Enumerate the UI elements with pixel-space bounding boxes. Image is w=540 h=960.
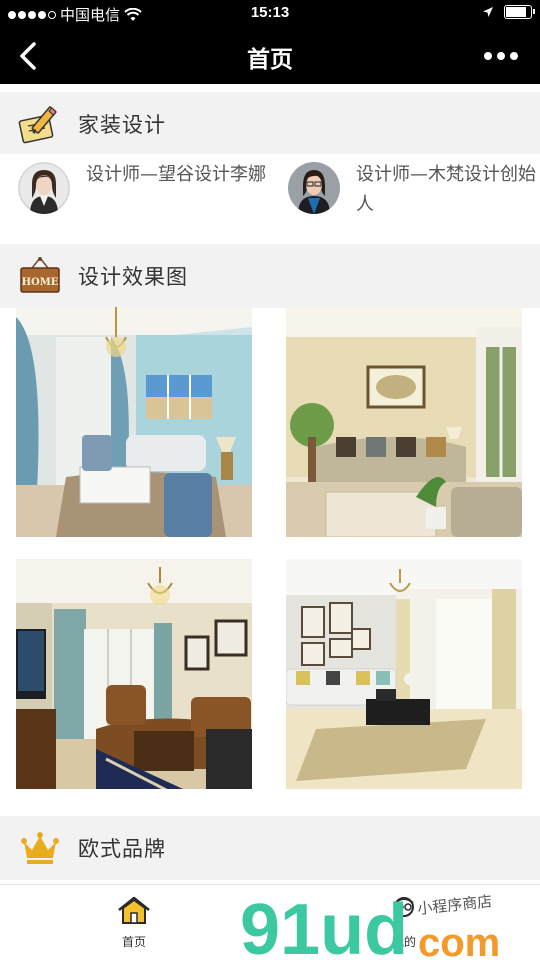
profile-icon bbox=[394, 897, 414, 917]
dot-icon bbox=[510, 52, 518, 60]
more-options-button[interactable] bbox=[484, 45, 522, 67]
tab-bar: 首页 我的 bbox=[0, 884, 540, 960]
rendering-image-classic-living-room[interactable] bbox=[16, 559, 252, 789]
rendering-image-beige-living-room[interactable] bbox=[286, 307, 522, 537]
page-title: 首页 bbox=[247, 47, 293, 73]
dot-icon bbox=[497, 52, 505, 60]
section-european-brand[interactable]: 欧式品牌 bbox=[0, 816, 540, 880]
section-title: 设计效果图 bbox=[78, 265, 188, 289]
location-icon bbox=[483, 7, 493, 17]
designer-list: 设计师—望谷设计李娜 设计师—木梵设计创始人 bbox=[0, 154, 540, 240]
avatar bbox=[288, 162, 340, 214]
tab-label: 我的 bbox=[391, 935, 416, 949]
section-home-design[interactable]: 家装设计 bbox=[0, 92, 540, 156]
svg-text:HOME: HOME bbox=[22, 277, 59, 288]
designer-name: 设计师—望谷设计李娜 bbox=[86, 164, 266, 185]
clock: 15:13 bbox=[250, 4, 290, 21]
status-right bbox=[482, 5, 535, 19]
home-sign-icon: HOME bbox=[18, 254, 62, 298]
tab-home[interactable]: 首页 bbox=[94, 895, 174, 950]
rendering-image-blue-living-room[interactable] bbox=[16, 307, 252, 537]
battery-icon bbox=[504, 5, 535, 19]
section-title: 家装设计 bbox=[78, 113, 166, 137]
section-title: 欧式品牌 bbox=[78, 837, 166, 861]
section-renderings[interactable]: HOME 设计效果图 bbox=[0, 244, 540, 308]
dot-icon bbox=[484, 52, 492, 60]
crown-icon bbox=[18, 826, 62, 870]
tab-label: 首页 bbox=[121, 935, 146, 949]
pencil-paper-icon bbox=[18, 102, 62, 146]
rendering-image-modern-living-room[interactable] bbox=[286, 559, 522, 789]
designer-card[interactable]: 设计师—木梵设计创始人 bbox=[288, 160, 540, 230]
tab-profile[interactable]: 我的 bbox=[364, 895, 444, 950]
avatar bbox=[18, 162, 70, 214]
home-icon bbox=[118, 896, 150, 924]
navigation-bar: 首页 bbox=[0, 28, 540, 84]
designer-card[interactable]: 设计师—望谷设计李娜 bbox=[18, 160, 280, 230]
status-bar: 中国电信 15:13 bbox=[0, 0, 540, 28]
designer-name: 设计师—木梵设计创始人 bbox=[356, 164, 536, 215]
